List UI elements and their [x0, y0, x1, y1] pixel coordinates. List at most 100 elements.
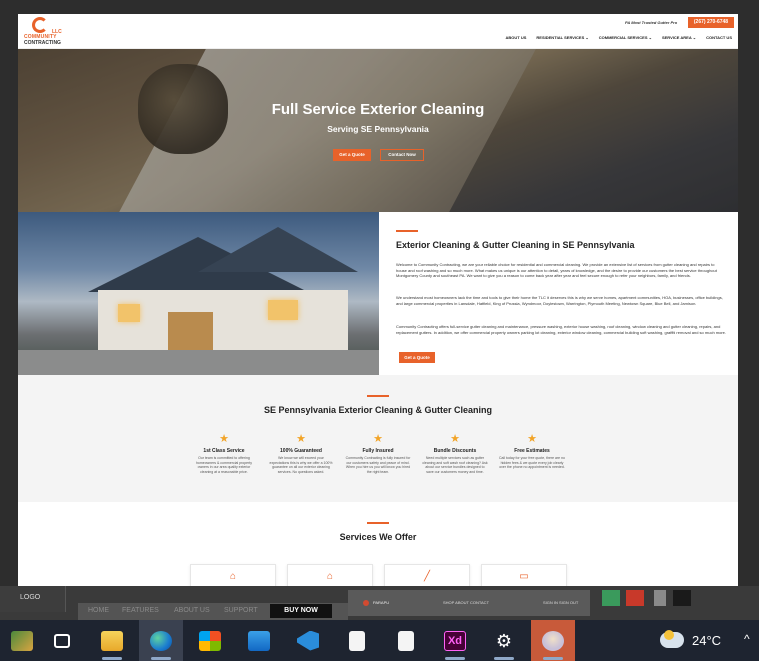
widgets-button[interactable]: [0, 620, 44, 661]
main-nav: ABOUT US RESIDENTIAL SERVICES ⌄ COMMERCI…: [506, 35, 732, 40]
feature-title: Fully Insured: [362, 448, 394, 454]
preview-buy-now-button[interactable]: BUY NOW: [270, 604, 332, 618]
settings-button[interactable]: ⚙: [482, 620, 526, 661]
star-icon: ★: [450, 433, 460, 445]
house-window: [118, 304, 140, 322]
color-swatch-green[interactable]: [602, 590, 620, 606]
about-paragraph-1: Welcome to Community Contracting, we are…: [396, 262, 717, 278]
star-icon: ★: [373, 433, 383, 445]
chevron-up-icon[interactable]: ^: [744, 632, 750, 646]
browser-window: COMMUNITY CONTRACTING LLC PA Most Truste…: [0, 0, 759, 620]
color-swatch-black[interactable]: [673, 590, 691, 606]
accent-bar: [367, 522, 389, 524]
feature-desc: We know we will exceed your expectations…: [269, 456, 333, 474]
preview-links: SHOP ABOUT CONTACT: [443, 600, 490, 605]
preview-nav-about[interactable]: ABOUT US: [174, 607, 210, 614]
settings-icon: ⚙: [495, 630, 513, 651]
weather-temperature[interactable]: 24°C: [692, 633, 721, 648]
site-header: COMMUNITY CONTRACTING LLC PA Most Truste…: [18, 14, 738, 49]
feature-item: ★ Bundle Discounts Need multiple service…: [422, 433, 488, 474]
service-card[interactable]: ▭: [481, 564, 567, 586]
about-section: Exterior Cleaning & Gutter Cleaning in S…: [379, 212, 738, 375]
logo-arc-icon: [32, 17, 48, 33]
preview-nav-home[interactable]: HOME: [88, 607, 109, 614]
nav-residential-services[interactable]: RESIDENTIAL SERVICES ⌄: [536, 35, 588, 40]
mail-icon: [248, 630, 270, 651]
header-tagline: PA Most Trusted Gutter Pro: [625, 20, 678, 25]
paint-button[interactable]: [531, 620, 575, 661]
mail-button[interactable]: [237, 620, 281, 661]
preview-brand: PARAPU: [373, 600, 390, 605]
color-swatch-red[interactable]: [626, 590, 644, 606]
feature-item: ★ Free Estimates Call today for your fre…: [499, 433, 565, 470]
document-button[interactable]: [335, 620, 379, 661]
windows-taskbar: Xd ⚙ 24°C ^: [0, 620, 759, 661]
nav-contact-us[interactable]: CONTACT US: [706, 35, 732, 40]
xd-icon: Xd: [444, 630, 466, 651]
preview-header-bar[interactable]: PARAPU SHOP ABOUT CONTACT SIGN IN SIGN O…: [348, 590, 590, 616]
services-section: Services We Offer ⌂ ⌂ ╱ ▭: [18, 502, 738, 586]
logo-text-bottom: CONTRACTING: [24, 40, 61, 46]
task-view-icon: [54, 633, 70, 648]
house-garage-door: [168, 312, 213, 350]
document-icon: [349, 630, 365, 651]
feature-title: 1st Class Service: [203, 448, 245, 454]
logo-llc: LLC: [52, 29, 62, 35]
hero-contact-button[interactable]: Contact Now: [380, 149, 424, 161]
file-explorer-button[interactable]: [90, 620, 134, 661]
about-paragraph-2: We understand most homeowners lack the t…: [396, 295, 723, 306]
feature-item: ★ 100% Guaranteed We know we will exceed…: [268, 433, 334, 474]
hero-quote-button[interactable]: Get a Quote: [333, 149, 371, 161]
site-logo[interactable]: COMMUNITY CONTRACTING LLC: [24, 17, 64, 46]
service-card[interactable]: ╱: [384, 564, 470, 586]
accent-bar: [396, 230, 418, 232]
feature-desc: Our team is committed to offering homeow…: [195, 456, 253, 474]
star-icon: ★: [527, 433, 537, 445]
brush-icon: ╱: [423, 571, 431, 582]
feature-item: ★ 1st Class Service Our team is committe…: [191, 433, 257, 474]
preview-nav-features[interactable]: FEATURES: [122, 607, 159, 614]
about-paragraph-3: Community Contracting offers full-servic…: [396, 324, 727, 335]
design-preview-strip: LOGO HOME FEATURES ABOUT US SUPPORT BUY …: [0, 586, 759, 620]
phone-button[interactable]: (267) 270-6748: [688, 17, 734, 28]
feature-desc: Need multiple services such as gutter cl…: [422, 456, 488, 474]
file-explorer-icon: [101, 630, 123, 651]
edge-button[interactable]: [139, 620, 183, 661]
star-icon: ★: [219, 433, 229, 445]
task-view-button[interactable]: [40, 620, 84, 661]
preview-logo-text: LOGO: [20, 594, 41, 601]
paint-icon: [542, 630, 564, 651]
color-swatch-gray[interactable]: [654, 590, 666, 606]
service-card[interactable]: ⌂: [287, 564, 373, 586]
preview-sign: SIGN IN SIGN OUT: [543, 600, 579, 605]
house-window: [268, 300, 298, 320]
sun-icon: [664, 630, 674, 640]
hero-title: Full Service Exterior Cleaning: [271, 101, 485, 118]
feature-title: 100% Guaranteed: [280, 448, 322, 454]
feature-desc: Call today for your free quote, there ar…: [499, 456, 565, 469]
feature-item: ★ Fully Insured Community Contracting is…: [345, 433, 411, 474]
feature-title: Free Estimates: [514, 448, 550, 454]
store-icon: [199, 630, 221, 651]
feature-title: Bundle Discounts: [433, 448, 477, 454]
about-quote-button[interactable]: Get a Quote: [399, 352, 435, 363]
feature-desc: Community Contracting is fully insured f…: [345, 456, 411, 474]
driveway: [18, 350, 379, 375]
hero-section: Full Service Exterior Cleaning Serving S…: [18, 49, 738, 212]
brand-dot-icon: [363, 600, 369, 606]
nav-service-area[interactable]: SERVICE AREA ⌄: [662, 35, 696, 40]
vscode-icon: [297, 630, 319, 651]
store-button[interactable]: [188, 620, 232, 661]
preview-logo-panel[interactable]: LOGO: [0, 586, 66, 612]
nav-commercial-services[interactable]: COMMERCIAL SERVICES ⌄: [599, 35, 652, 40]
preview-nav-support[interactable]: SUPPORT: [224, 607, 258, 614]
document-button-2[interactable]: [384, 620, 428, 661]
nav-about-us[interactable]: ABOUT US: [506, 35, 527, 40]
document-icon: [398, 630, 414, 651]
service-card[interactable]: ⌂: [190, 564, 276, 586]
about-title: Exterior Cleaning & Gutter Cleaning in S…: [396, 240, 635, 250]
adobe-xd-button[interactable]: Xd: [433, 620, 477, 661]
vscode-button[interactable]: [286, 620, 330, 661]
widgets-icon: [11, 630, 33, 651]
house-roof-shape-2: [198, 227, 358, 272]
